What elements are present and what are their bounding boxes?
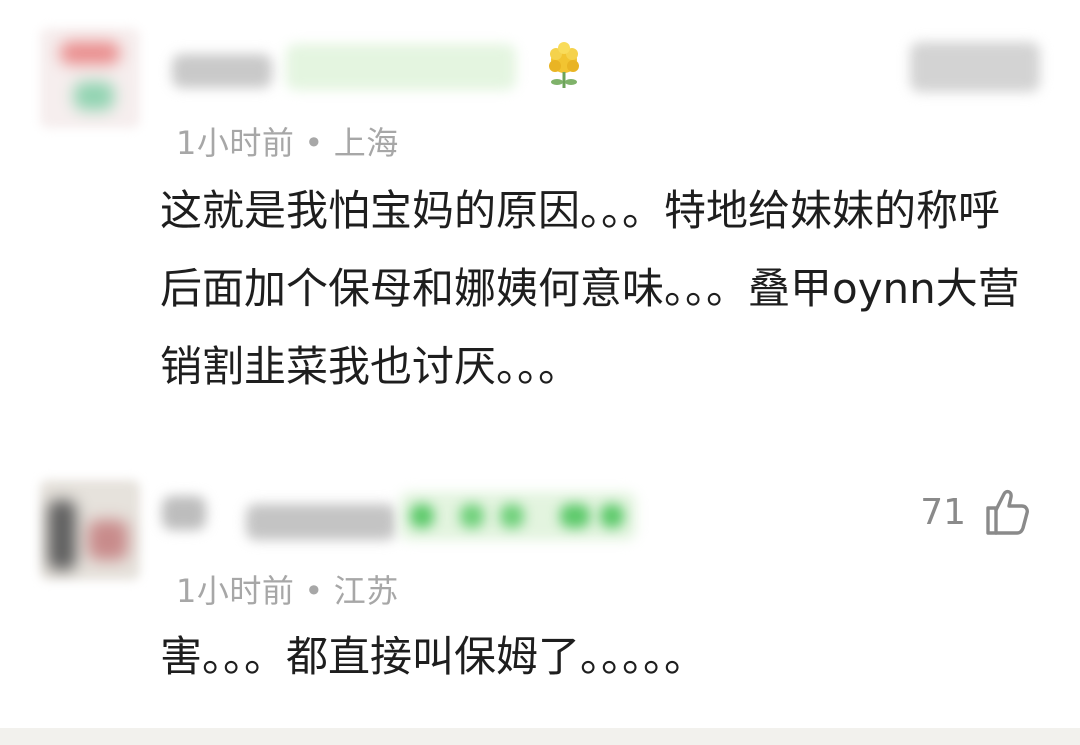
comment-meta: 1小时前 • 江苏 [176, 566, 399, 612]
bottom-divider [0, 728, 1080, 745]
right-blurred-action[interactable] [910, 42, 1040, 92]
comment-time: 1小时前 [176, 572, 295, 610]
avatar[interactable] [40, 480, 140, 580]
username-row[interactable] [160, 38, 1040, 98]
comment-time: 1小时前 [176, 124, 295, 162]
username-blurred [162, 496, 206, 530]
meta-separator: • [304, 572, 324, 610]
avatar[interactable] [40, 28, 140, 128]
comment-location: 江苏 [333, 572, 399, 610]
comment-item: 71 1小时前 • 江苏 害。。。都直接叫保姆了。。。。。 [0, 470, 1080, 728]
username-blurred [172, 54, 272, 88]
meta-separator: • [304, 124, 324, 162]
like-control[interactable]: 71 [920, 488, 1030, 536]
comment-text[interactable]: 害。。。都直接叫保姆了。。。。。 [160, 618, 1040, 696]
flower-badge-icon [542, 42, 586, 92]
like-count: 71 [920, 491, 966, 533]
comment-location: 上海 [333, 124, 399, 162]
comment-list: 1小时前 • 上海 这就是我怕宝妈的原因。。。特地给妹妹的称呼后面加个保母和娜姨何意… [0, 0, 1080, 745]
comment-item: 1小时前 • 上海 这就是我怕宝妈的原因。。。特地给妹妹的称呼后面加个保母和娜姨何意… [0, 0, 1080, 430]
badge-blurred [286, 44, 516, 90]
thumbs-up-icon[interactable] [984, 488, 1030, 536]
username-blurred-2 [246, 504, 396, 540]
username-row[interactable] [160, 486, 1040, 546]
comment-text[interactable]: 这就是我怕宝妈的原因。。。特地给妹妹的称呼后面加个保母和娜姨何意味。。。叠甲oy… [160, 172, 1040, 406]
comment-meta: 1小时前 • 上海 [176, 118, 399, 164]
